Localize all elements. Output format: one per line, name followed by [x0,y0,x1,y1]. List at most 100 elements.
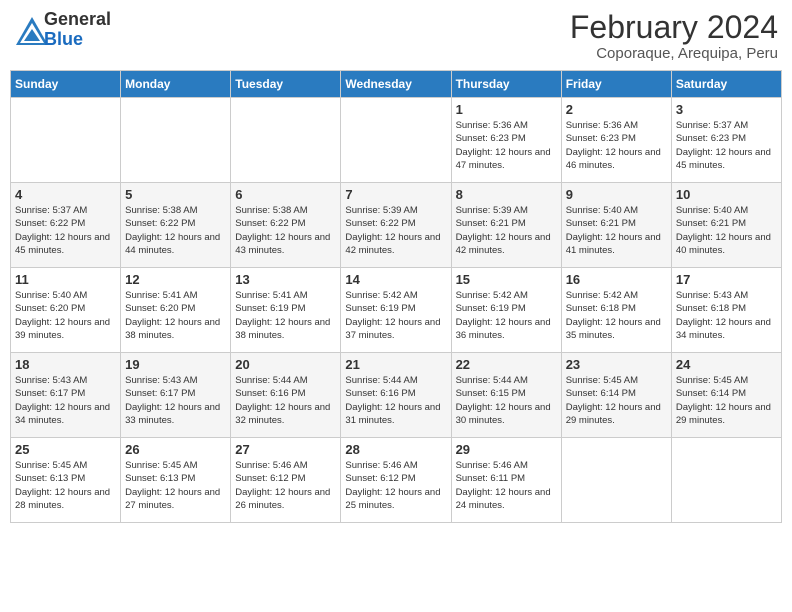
day-info: Sunrise: 5:36 AM Sunset: 6:23 PM Dayligh… [566,119,667,172]
calendar-cell: 6 Sunrise: 5:38 AM Sunset: 6:22 PM Daylig… [231,183,341,268]
day-number: 18 [15,357,116,372]
calendar-cell: 28 Sunrise: 5:46 AM Sunset: 6:12 PM Dayli… [341,438,451,523]
title-block: February 2024 Coporaque, Arequipa, Peru [570,10,778,62]
day-number: 7 [345,187,446,202]
calendar-cell: 18 Sunrise: 5:43 AM Sunset: 6:17 PM Dayli… [11,353,121,438]
calendar-cell: 5Sunrise: 5:38 AM Sunset: 6:22 PM Daylig… [121,183,231,268]
calendar-week-0: 1 Sunrise: 5:36 AM Sunset: 6:23 PM Daylig… [11,98,782,183]
calendar-week-3: 18 Sunrise: 5:43 AM Sunset: 6:17 PM Dayli… [11,353,782,438]
day-number: 3 [676,102,777,117]
calendar-cell: 14 Sunrise: 5:42 AM Sunset: 6:19 PM Dayli… [341,268,451,353]
calendar-cell: 13 Sunrise: 5:41 AM Sunset: 6:19 PM Dayli… [231,268,341,353]
day-number: 23 [566,357,667,372]
calendar-cell: 19 Sunrise: 5:43 AM Sunset: 6:17 PM Dayli… [121,353,231,438]
calendar-cell: 16 Sunrise: 5:42 AM Sunset: 6:18 PM Dayli… [561,268,671,353]
day-number: 17 [676,272,777,287]
calendar-cell [11,98,121,183]
day-info: Sunrise: 5:43 AM Sunset: 6:18 PM Dayligh… [676,289,777,342]
day-number: 22 [456,357,557,372]
day-info: Sunrise: 5:42 AM Sunset: 6:19 PM Dayligh… [345,289,446,342]
location-subtitle: Coporaque, Arequipa, Peru [570,45,778,62]
page-header: GeneralBlue February 2024 Coporaque, Are… [10,10,782,62]
calendar-cell: 20 Sunrise: 5:44 AM Sunset: 6:16 PM Dayli… [231,353,341,438]
day-number: 1 [456,102,557,117]
day-info: Sunrise: 5:39 AM Sunset: 6:21 PM Dayligh… [456,204,557,257]
day-number: 16 [566,272,667,287]
day-info: Sunrise: 5:40 AM Sunset: 6:21 PM Dayligh… [676,204,777,257]
day-number: 14 [345,272,446,287]
calendar-cell: 1 Sunrise: 5:36 AM Sunset: 6:23 PM Daylig… [451,98,561,183]
day-number: 15 [456,272,557,287]
month-title: February 2024 [570,10,778,45]
calendar-cell: 27Sunrise: 5:46 AM Sunset: 6:12 PM Dayli… [231,438,341,523]
header-cell-sunday: Sunday [11,71,121,98]
header-cell-monday: Monday [121,71,231,98]
logo: GeneralBlue [14,10,111,50]
day-info: Sunrise: 5:45 AM Sunset: 6:14 PM Dayligh… [676,374,777,427]
day-info: Sunrise: 5:41 AM Sunset: 6:19 PM Dayligh… [235,289,336,342]
day-number: 28 [345,442,446,457]
calendar-week-1: 4Sunrise: 5:37 AM Sunset: 6:22 PM Daylig… [11,183,782,268]
day-number: 2 [566,102,667,117]
calendar-cell: 23Sunrise: 5:45 AM Sunset: 6:14 PM Dayli… [561,353,671,438]
day-number: 6 [235,187,336,202]
day-info: Sunrise: 5:43 AM Sunset: 6:17 PM Dayligh… [125,374,226,427]
calendar-header-row: SundayMondayTuesdayWednesdayThursdayFrid… [11,71,782,98]
calendar-cell [121,98,231,183]
calendar-cell: 11 Sunrise: 5:40 AM Sunset: 6:20 PM Dayli… [11,268,121,353]
day-number: 4 [15,187,116,202]
day-info: Sunrise: 5:46 AM Sunset: 6:11 PM Dayligh… [456,459,557,512]
header-cell-wednesday: Wednesday [341,71,451,98]
day-info: Sunrise: 5:38 AM Sunset: 6:22 PM Dayligh… [125,204,226,257]
day-info: Sunrise: 5:45 AM Sunset: 6:13 PM Dayligh… [125,459,226,512]
day-number: 21 [345,357,446,372]
header-cell-friday: Friday [561,71,671,98]
day-number: 24 [676,357,777,372]
calendar-week-4: 25 Sunrise: 5:45 AM Sunset: 6:13 PM Dayli… [11,438,782,523]
calendar-cell: 25 Sunrise: 5:45 AM Sunset: 6:13 PM Dayli… [11,438,121,523]
header-cell-thursday: Thursday [451,71,561,98]
day-info: Sunrise: 5:40 AM Sunset: 6:21 PM Dayligh… [566,204,667,257]
logo-blue: Blue [44,29,83,49]
calendar-cell: 10 Sunrise: 5:40 AM Sunset: 6:21 PM Dayli… [671,183,781,268]
day-number: 10 [676,187,777,202]
calendar-cell: 22 Sunrise: 5:44 AM Sunset: 6:15 PM Dayli… [451,353,561,438]
day-number: 26 [125,442,226,457]
calendar-cell [231,98,341,183]
day-info: Sunrise: 5:44 AM Sunset: 6:15 PM Dayligh… [456,374,557,427]
calendar-cell: 9Sunrise: 5:40 AM Sunset: 6:21 PM Daylig… [561,183,671,268]
day-info: Sunrise: 5:44 AM Sunset: 6:16 PM Dayligh… [235,374,336,427]
header-cell-tuesday: Tuesday [231,71,341,98]
calendar-cell: 8Sunrise: 5:39 AM Sunset: 6:21 PM Daylig… [451,183,561,268]
day-info: Sunrise: 5:40 AM Sunset: 6:20 PM Dayligh… [15,289,116,342]
day-info: Sunrise: 5:36 AM Sunset: 6:23 PM Dayligh… [456,119,557,172]
day-number: 25 [15,442,116,457]
calendar-cell: 17 Sunrise: 5:43 AM Sunset: 6:18 PM Dayli… [671,268,781,353]
day-number: 29 [456,442,557,457]
calendar-cell: 21Sunrise: 5:44 AM Sunset: 6:16 PM Dayli… [341,353,451,438]
calendar-cell: 26 Sunrise: 5:45 AM Sunset: 6:13 PM Dayli… [121,438,231,523]
day-info: Sunrise: 5:46 AM Sunset: 6:12 PM Dayligh… [345,459,446,512]
day-info: Sunrise: 5:37 AM Sunset: 6:23 PM Dayligh… [676,119,777,172]
day-number: 13 [235,272,336,287]
day-info: Sunrise: 5:43 AM Sunset: 6:17 PM Dayligh… [15,374,116,427]
day-info: Sunrise: 5:42 AM Sunset: 6:19 PM Dayligh… [456,289,557,342]
calendar-cell: 15 Sunrise: 5:42 AM Sunset: 6:19 PM Dayli… [451,268,561,353]
calendar-table: SundayMondayTuesdayWednesdayThursdayFrid… [10,70,782,523]
day-info: Sunrise: 5:38 AM Sunset: 6:22 PM Dayligh… [235,204,336,257]
calendar-cell [671,438,781,523]
day-info: Sunrise: 5:41 AM Sunset: 6:20 PM Dayligh… [125,289,226,342]
calendar-cell [561,438,671,523]
day-info: Sunrise: 5:45 AM Sunset: 6:13 PM Dayligh… [15,459,116,512]
calendar-cell [341,98,451,183]
calendar-cell: 29 Sunrise: 5:46 AM Sunset: 6:11 PM Dayli… [451,438,561,523]
calendar-cell: 2 Sunrise: 5:36 AM Sunset: 6:23 PM Daylig… [561,98,671,183]
day-info: Sunrise: 5:42 AM Sunset: 6:18 PM Dayligh… [566,289,667,342]
logo-text: GeneralBlue [44,10,111,50]
day-number: 20 [235,357,336,372]
logo-icon [14,15,42,43]
day-number: 19 [125,357,226,372]
calendar-body: 1 Sunrise: 5:36 AM Sunset: 6:23 PM Daylig… [11,98,782,523]
calendar-cell: 4Sunrise: 5:37 AM Sunset: 6:22 PM Daylig… [11,183,121,268]
day-number: 11 [15,272,116,287]
